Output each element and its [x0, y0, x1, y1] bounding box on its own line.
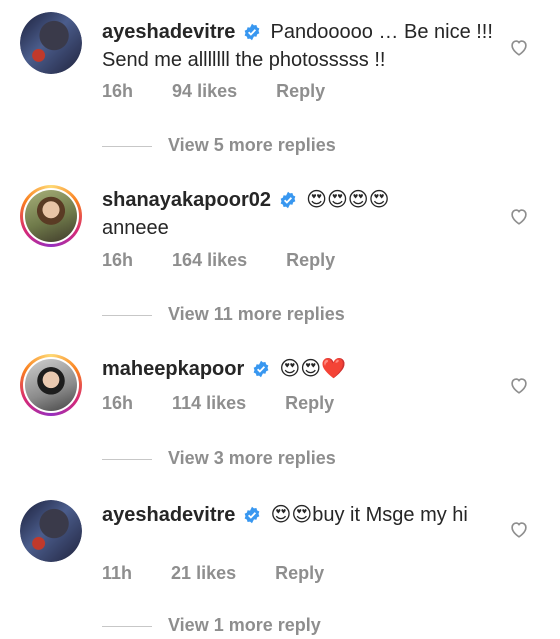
view-more-replies[interactable]: View 3 more replies [102, 448, 336, 469]
reply-button[interactable]: Reply [275, 563, 324, 583]
comment-body: shanayakapoor02 😍😍😍😍 anneee [102, 186, 497, 242]
comment-body: ayeshadevitre Pandooooo … Be nice !!! Se… [102, 18, 497, 74]
likes-count[interactable]: 114 likes [172, 393, 246, 413]
reply-button[interactable]: Reply [276, 81, 325, 101]
avatar[interactable] [20, 500, 82, 562]
divider [102, 625, 152, 627]
likes-count[interactable]: 164 likes [172, 250, 247, 270]
reply-button[interactable]: Reply [286, 250, 335, 270]
avatar[interactable] [20, 354, 82, 416]
view-more-replies[interactable]: View 5 more replies [102, 135, 336, 156]
likes-count[interactable]: 21 likes [171, 563, 236, 583]
view-more-label: View 1 more reply [168, 615, 321, 635]
comment-body: ayeshadevitre 😍😍buy it Msge my hi [102, 501, 497, 529]
verified-badge-icon [244, 506, 260, 524]
comment-meta: 11h 21 likes Reply [102, 563, 358, 584]
likes-count[interactable]: 94 likes [172, 81, 237, 101]
verified-badge-icon [253, 360, 269, 378]
emoji-group: 😍😍❤️ [279, 358, 346, 380]
username[interactable]: ayeshadevitre [102, 504, 235, 526]
view-more-replies[interactable]: View 1 more reply [102, 615, 321, 636]
emoji-group: 😍😍 [270, 504, 313, 526]
comment-meta: 16h 94 likes Reply [102, 81, 359, 102]
divider [102, 145, 152, 147]
username[interactable]: shanayakapoor02 [102, 189, 271, 211]
like-heart-icon[interactable] [508, 518, 530, 540]
view-more-label: View 11 more replies [168, 304, 345, 324]
timestamp: 16h [102, 393, 134, 413]
like-heart-icon[interactable] [508, 205, 530, 227]
verified-badge-icon [280, 191, 295, 209]
comment-meta: 16h 114 likes Reply [102, 393, 368, 414]
divider [102, 458, 152, 460]
username[interactable]: ayeshadevitre [102, 21, 235, 43]
view-more-label: View 5 more replies [168, 135, 336, 155]
emoji-group: 😍😍😍😍 [306, 189, 390, 211]
comment-text: anneee [102, 217, 169, 239]
timestamp: 16h [102, 81, 134, 101]
timestamp: 11h [102, 563, 133, 583]
like-heart-icon[interactable] [508, 36, 530, 58]
avatar[interactable] [20, 12, 82, 74]
comment-text: buy it Msge my hi [312, 504, 468, 526]
comment-meta: 16h 164 likes Reply [102, 250, 369, 271]
comment-body: maheepkapoor 😍😍❤️ [102, 355, 497, 383]
avatar[interactable] [20, 185, 82, 247]
like-heart-icon[interactable] [508, 374, 530, 396]
username[interactable]: maheepkapoor [102, 358, 244, 380]
verified-badge-icon [244, 23, 260, 41]
divider [102, 314, 152, 316]
timestamp: 16h [102, 250, 134, 270]
view-more-label: View 3 more replies [168, 448, 336, 468]
view-more-replies[interactable]: View 11 more replies [102, 304, 345, 325]
reply-button[interactable]: Reply [285, 393, 334, 413]
